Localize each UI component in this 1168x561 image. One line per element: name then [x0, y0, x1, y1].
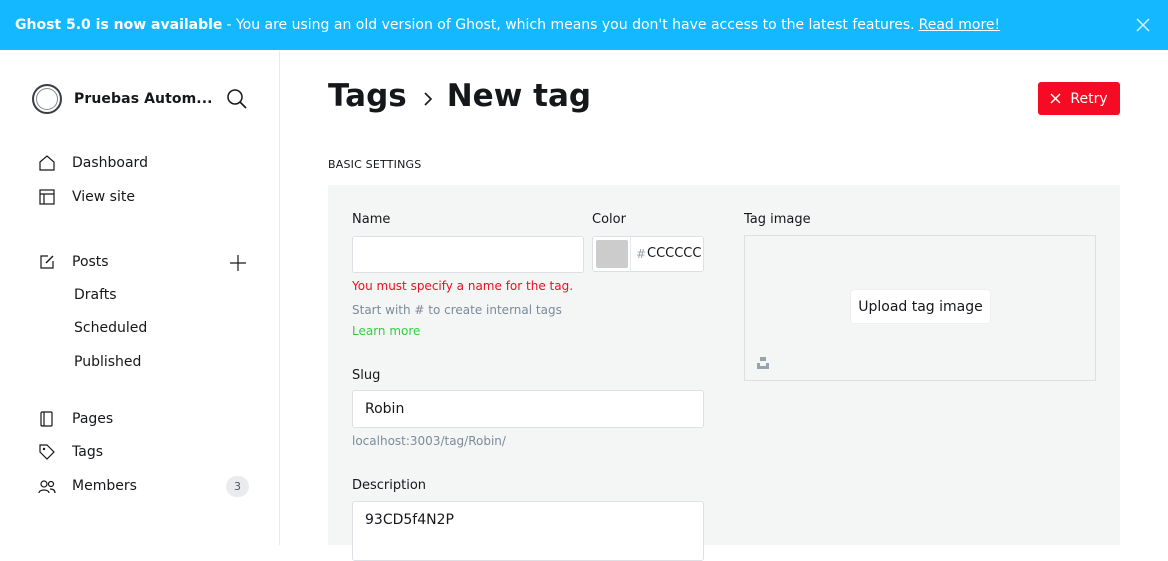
- x-icon: [1050, 93, 1061, 104]
- posts-icon: [40, 255, 54, 269]
- name-error-message: You must specify a name for the tag.: [352, 279, 574, 293]
- name-label: Name: [352, 212, 391, 227]
- tag-image-label: Tag image: [744, 212, 811, 227]
- color-field[interactable]: # CCCCCC: [592, 236, 704, 272]
- color-label: Color: [592, 212, 626, 227]
- slug-url-preview: localhost:3003/tag/Robin/: [352, 434, 506, 448]
- sidebar-item-drafts[interactable]: Drafts: [74, 287, 117, 303]
- sidebar-item-label: Posts: [72, 254, 109, 270]
- slug-label: Slug: [352, 368, 381, 383]
- section-title: BASIC SETTINGS: [328, 158, 422, 171]
- members-count-badge: 3: [226, 476, 249, 497]
- members-icon: [38, 480, 56, 494]
- sidebar-item-label: Tags: [72, 444, 103, 460]
- chevron-right-icon: [424, 92, 432, 106]
- retry-label: Retry: [1070, 90, 1108, 107]
- sidebar-item-pages[interactable]: Pages: [38, 410, 113, 428]
- name-input[interactable]: [352, 236, 584, 273]
- banner-title: Ghost 5.0 is now available: [15, 17, 223, 33]
- color-divider: [630, 237, 631, 271]
- site-brand[interactable]: Pruebas Autom...: [32, 84, 213, 114]
- sidebar-item-published[interactable]: Published: [74, 354, 141, 370]
- update-banner: Ghost 5.0 is now available - You are usi…: [0, 0, 1168, 50]
- banner-message: - You are using an old version of Ghost,…: [226, 17, 915, 33]
- breadcrumb: Tags New tag: [328, 78, 591, 114]
- page-title: New tag: [446, 78, 592, 114]
- tag-icon: [39, 444, 55, 460]
- sidebar-item-tags[interactable]: Tags: [38, 443, 103, 461]
- description-label: Description: [352, 478, 427, 493]
- plus-icon[interactable]: [228, 253, 248, 273]
- sidebar: Pruebas Autom... Dashboard View site Pos…: [0, 51, 280, 545]
- pages-icon: [40, 411, 53, 427]
- banner-read-more-link[interactable]: Read more!: [919, 17, 1001, 33]
- sidebar-item-label: Members: [72, 478, 137, 494]
- site-name: Pruebas Autom...: [74, 91, 213, 107]
- upload-tag-image-button[interactable]: Upload tag image: [851, 290, 990, 323]
- sidebar-item-label: Dashboard: [72, 155, 148, 171]
- breadcrumb-tags-link[interactable]: Tags: [328, 78, 407, 114]
- site-logo: [32, 84, 62, 114]
- close-icon[interactable]: [1135, 17, 1151, 33]
- sidebar-item-dashboard[interactable]: Dashboard: [38, 154, 148, 172]
- sidebar-item-scheduled[interactable]: Scheduled: [74, 320, 147, 336]
- color-swatch[interactable]: [596, 240, 628, 268]
- sidebar-item-view-site[interactable]: View site: [38, 188, 135, 206]
- learn-more-link[interactable]: Learn more: [352, 324, 420, 338]
- color-hex-input[interactable]: CCCCCC: [647, 246, 701, 261]
- sidebar-item-members[interactable]: Members: [38, 477, 137, 495]
- view-site-icon: [39, 189, 55, 205]
- search-icon[interactable]: [226, 88, 248, 110]
- retry-button[interactable]: Retry: [1038, 82, 1120, 115]
- description-textarea[interactable]: 93CD5f4N2P: [352, 501, 704, 561]
- sidebar-item-label: View site: [72, 189, 135, 205]
- home-icon: [39, 155, 55, 171]
- tag-image-dropzone[interactable]: Upload tag image: [744, 235, 1096, 381]
- name-hint: Start with # to create internal tags: [352, 303, 562, 317]
- slug-input[interactable]: Robin: [352, 390, 704, 428]
- unsplash-icon[interactable]: [756, 356, 770, 370]
- sidebar-item-label: Pages: [72, 411, 114, 427]
- sidebar-item-posts[interactable]: Posts: [38, 253, 109, 271]
- basic-settings-panel: Name You must specify a name for the tag…: [328, 185, 1120, 561]
- color-hash: #: [636, 247, 647, 261]
